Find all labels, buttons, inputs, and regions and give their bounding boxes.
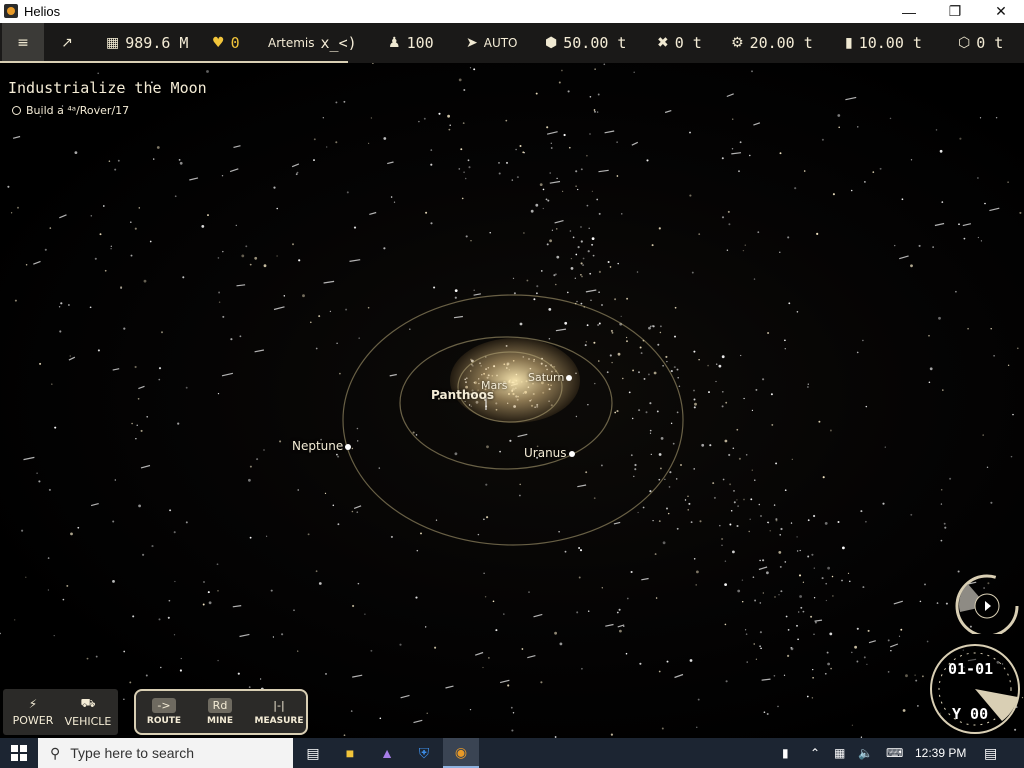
resource-3-value: 20.00 t bbox=[749, 34, 813, 52]
objective-task-label: Build a ⁴ᵃ/Rover/17 bbox=[26, 104, 130, 117]
minimize-button[interactable]: — bbox=[886, 0, 932, 23]
body-label-uranus[interactable]: Uranus bbox=[524, 446, 575, 460]
build-panel: ⚡ POWER ⛟ VEHICLE bbox=[3, 689, 118, 735]
search-icon: ⚲ bbox=[50, 744, 61, 761]
body-label-mars[interactable]: Mars bbox=[481, 379, 508, 392]
resource-5-value: 0 t bbox=[976, 34, 1004, 52]
os-taskbar: ⚲ Type here to search ▤ ■ ▲ ⛨ ◉ ▮ ⌃ ▦ 🔈 … bbox=[0, 738, 1024, 768]
task-view-icon[interactable]: ▤ bbox=[295, 738, 331, 768]
resource-2-value: 0 t bbox=[674, 34, 702, 52]
route-tool[interactable]: -> ROUTE bbox=[138, 689, 190, 735]
building-icon: ▦ bbox=[106, 35, 120, 51]
visual-studio-icon[interactable]: ▲ bbox=[369, 738, 405, 768]
window-title: Helios bbox=[24, 4, 61, 19]
population-value: 100 bbox=[406, 34, 434, 52]
start-button[interactable] bbox=[0, 738, 38, 768]
speed-dial[interactable] bbox=[952, 572, 1022, 634]
app-icon bbox=[4, 4, 18, 18]
resource-5: ⬡ 0 t bbox=[958, 23, 1003, 63]
rocket-icon: ➤ bbox=[466, 35, 478, 51]
mine-tool[interactable]: Rd MINE bbox=[194, 689, 246, 735]
neptune-marker bbox=[345, 443, 352, 450]
helios-taskbar-icon[interactable]: ◉ bbox=[443, 738, 479, 768]
route-label: ROUTE bbox=[146, 716, 182, 726]
hex-icon: ⬡ bbox=[958, 35, 971, 51]
network-icon[interactable]: ▦ bbox=[834, 738, 845, 768]
heart-icon: ♥ bbox=[212, 35, 225, 51]
resource-1-value: 50.00 t bbox=[563, 34, 627, 52]
clock-date: 01-01 bbox=[948, 660, 994, 678]
cross-icon: ✖ bbox=[657, 35, 669, 51]
space-map[interactable]: Industrialize the Moon Build a ⁴ᵃ/Rover/… bbox=[0, 63, 1024, 738]
launch-mode[interactable]: ➤ AUTO bbox=[466, 23, 518, 63]
vehicle-label: VEHICLE bbox=[64, 715, 112, 728]
objective-task[interactable]: Build a ⁴ᵃ/Rover/17 bbox=[12, 104, 129, 117]
resource-hud: ≡ ↗ ▦ 989.6 M ♥ 0 Artemis x_<) ♟ 100 ➤ A… bbox=[0, 23, 1024, 64]
chart-icon: ↗ bbox=[61, 35, 73, 51]
cube-icon: ⬢ bbox=[545, 35, 558, 51]
hearts-readout: ♥ 0 bbox=[212, 23, 240, 63]
action-panel: -> ROUTE Rd MINE |-| MEASURE bbox=[134, 689, 308, 735]
windows-icon bbox=[11, 745, 27, 761]
list-icon: ≡ bbox=[17, 35, 29, 51]
keyboard-icon[interactable]: ⌨ bbox=[886, 738, 903, 768]
lightning-icon: ⚡ bbox=[28, 697, 38, 711]
mission-readout[interactable]: Artemis x_<) bbox=[268, 23, 357, 63]
file-explorer-icon[interactable]: ■ bbox=[332, 738, 368, 768]
taskbar-clock[interactable]: 12:39 PM bbox=[915, 738, 966, 768]
mars-name: Mars bbox=[481, 379, 508, 392]
gear-icon: ⚙ bbox=[731, 35, 744, 51]
measure-tool[interactable]: |-| MEASURE bbox=[250, 689, 308, 735]
resource-1: ⬢ 50.00 t bbox=[545, 23, 626, 63]
population-readout: ♟ 100 bbox=[388, 23, 434, 63]
uranus-name: Uranus bbox=[524, 446, 567, 460]
money-value: 989.6 M bbox=[125, 34, 189, 52]
mission-code: x_<) bbox=[320, 34, 357, 52]
money-readout: ▦ 989.6 M bbox=[106, 23, 188, 63]
neptune-name: Neptune bbox=[292, 439, 344, 453]
mission-name: Artemis bbox=[268, 36, 315, 50]
person-icon: ♟ bbox=[388, 35, 401, 51]
power-label: POWER bbox=[12, 714, 54, 727]
calendar-clock[interactable]: 01-01 Y 00 bbox=[928, 641, 1022, 737]
clock-year: Y 00 bbox=[952, 705, 989, 723]
defender-icon[interactable]: ⛨ bbox=[406, 738, 442, 768]
tray-notification-icon[interactable]: ▮ bbox=[782, 738, 789, 768]
resource-4: ▮ 10.00 t bbox=[845, 23, 922, 63]
volume-muted-icon[interactable]: 🔈 bbox=[858, 738, 873, 768]
mine-label: MINE bbox=[207, 716, 233, 726]
power-tool[interactable]: ⚡ POWER bbox=[7, 689, 59, 735]
stats-button[interactable]: ↗ bbox=[54, 23, 80, 63]
measure-icon: |-| bbox=[273, 699, 285, 712]
checkbox-icon bbox=[12, 106, 21, 115]
mine-icon: Rd bbox=[207, 698, 233, 713]
search-placeholder: Type here to search bbox=[70, 745, 195, 761]
vehicle-tool[interactable]: ⛟ VEHICLE bbox=[61, 689, 115, 735]
maximize-button[interactable]: ❐ bbox=[932, 0, 978, 23]
resource-3: ⚙ 20.00 t bbox=[731, 23, 813, 63]
close-button[interactable]: ✕ bbox=[978, 0, 1024, 23]
hearts-value: 0 bbox=[230, 34, 240, 52]
launch-mode-value: AUTO bbox=[483, 36, 518, 50]
orbit-rings bbox=[342, 294, 684, 546]
window-titlebar: Helios — ❐ ✕ bbox=[0, 0, 1024, 23]
resource-4-value: 10.00 t bbox=[858, 34, 922, 52]
action-center-icon[interactable]: ▤ bbox=[984, 738, 997, 768]
saturn-name: Saturn bbox=[528, 371, 565, 384]
measure-label: MEASURE bbox=[254, 716, 304, 726]
body-label-neptune[interactable]: Neptune bbox=[292, 439, 352, 453]
taskbar-search[interactable]: ⚲ Type here to search bbox=[38, 738, 293, 768]
body-label-saturn[interactable]: Saturn bbox=[528, 371, 573, 384]
uranus-marker bbox=[568, 450, 575, 457]
truck-icon: ⛟ bbox=[80, 696, 96, 710]
saturn-marker bbox=[566, 375, 573, 381]
panel-icon: ▮ bbox=[845, 35, 853, 51]
route-icon: -> bbox=[152, 698, 176, 713]
chevron-up-icon[interactable]: ⌃ bbox=[810, 738, 820, 768]
objective-title: Industrialize the Moon bbox=[8, 79, 207, 97]
resource-2: ✖ 0 t bbox=[657, 23, 702, 63]
menu-button[interactable]: ≡ bbox=[2, 23, 44, 63]
